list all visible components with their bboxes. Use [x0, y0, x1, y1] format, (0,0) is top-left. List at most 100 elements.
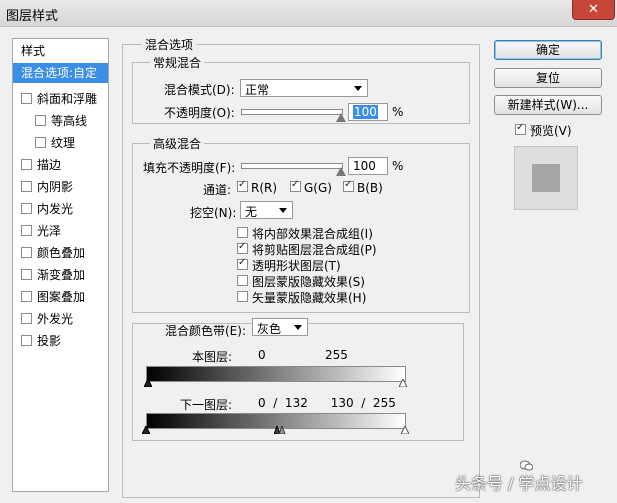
- this-layer-low-value: 0: [258, 348, 266, 362]
- blend-mode-value: 正常: [245, 83, 270, 97]
- sidebar-item-stroke[interactable]: 描边: [13, 155, 108, 175]
- window-title: 图层样式: [6, 9, 59, 24]
- sidebar-item-label: 投影: [37, 334, 62, 348]
- sidebar-checkbox[interactable]: [21, 159, 32, 170]
- layer-mask-hides-label: 图层蒙版隐藏效果(S): [252, 275, 365, 289]
- blend-if-select[interactable]: 灰色: [252, 318, 308, 336]
- close-icon: ✕: [588, 2, 599, 17]
- sidebar-item-pattern-overlay[interactable]: 图案叠加: [13, 287, 108, 307]
- blend-interior-effects-checkbox[interactable]: [237, 227, 248, 238]
- sidebar-item-label: 混合选项:自定: [21, 66, 98, 80]
- blend-clipped-layers-checkbox[interactable]: [237, 241, 248, 254]
- sidebar-item-label: 内阴影: [37, 180, 74, 194]
- opacity-value: 100: [353, 105, 378, 119]
- fill-opacity-slider-thumb[interactable]: [336, 167, 346, 176]
- sidebar-item-satin[interactable]: 光泽: [13, 221, 108, 241]
- blend-mode-select[interactable]: 正常: [240, 79, 368, 97]
- reset-button[interactable]: 复位: [494, 68, 602, 88]
- sidebar-item-inner-shadow[interactable]: 内阴影: [13, 177, 108, 197]
- style-preview-inner: [532, 164, 560, 192]
- opacity-slider[interactable]: [241, 109, 343, 115]
- sidebar-checkbox[interactable]: [21, 203, 32, 214]
- sidebar-item-label: 纹理: [51, 136, 76, 150]
- watermark-text: 头条号 / 学点设计: [455, 474, 583, 493]
- sidebar-item-texture[interactable]: 纹理: [13, 133, 108, 153]
- transparency-shapes-checkbox[interactable]: [237, 257, 248, 270]
- sidebar-checkbox[interactable]: [21, 247, 32, 258]
- sidebar-item-label: 等高线: [51, 114, 88, 128]
- sidebar-item-bevel-emboss[interactable]: 斜面和浮雕: [13, 89, 108, 109]
- fill-opacity-unit: %: [392, 159, 404, 173]
- sidebar-item-label: 图案叠加: [37, 290, 86, 304]
- sidebar-item-contour[interactable]: 等高线: [13, 111, 108, 131]
- sidebar-item-drop-shadow[interactable]: 投影: [13, 331, 108, 351]
- blending-options-title: 混合选项: [142, 36, 197, 53]
- blend-interior-effects-label: 将内部效果混合成组(I): [252, 227, 373, 241]
- title-bar: 图层样式 ✕: [0, 0, 617, 27]
- style-preview-swatch: [514, 146, 578, 210]
- new-style-button[interactable]: 新建样式(W)...: [494, 95, 602, 115]
- general-blending-title: 常规混合: [150, 54, 205, 71]
- sidebar-checkbox[interactable]: [21, 269, 32, 280]
- opacity-unit: %: [392, 105, 404, 119]
- knockout-label: 挖空(N):: [190, 206, 237, 220]
- sidebar-item-label: 光泽: [37, 224, 62, 238]
- blend-if-value: 灰色: [257, 322, 282, 336]
- this-layer-gradient: [146, 366, 406, 382]
- underlying-black-stop[interactable]: [142, 426, 150, 434]
- layer-mask-hides-checkbox[interactable]: [237, 275, 248, 286]
- fill-opacity-slider[interactable]: [241, 163, 343, 169]
- blend-mode-label: 混合模式(D):: [164, 83, 235, 97]
- sidebar-checkbox[interactable]: [35, 137, 46, 148]
- sidebar-item-inner-glow[interactable]: 内发光: [13, 199, 108, 219]
- underlying-white-stop[interactable]: [401, 426, 409, 434]
- chevron-down-icon: [294, 325, 302, 330]
- channel-b-label: B(B): [357, 181, 383, 195]
- preview-checkbox[interactable]: [515, 122, 526, 135]
- sidebar-header[interactable]: 样式: [21, 41, 116, 61]
- sidebar-item-blending-options[interactable]: 混合选项:自定: [13, 63, 108, 83]
- opacity-label: 不透明度(O):: [164, 106, 235, 120]
- sidebar-item-gradient-overlay[interactable]: 渐变叠加: [13, 265, 108, 285]
- sidebar-checkbox[interactable]: [21, 335, 32, 346]
- underlying-split-stop[interactable]: [274, 426, 286, 434]
- underlying-layer-label: 下一图层:: [180, 398, 233, 412]
- this-layer-white-stop[interactable]: [399, 379, 407, 387]
- this-layer-black-stop[interactable]: [144, 379, 152, 387]
- styles-sidebar: 样式 混合选项:自定 斜面和浮雕 等高线 纹理 描边 内阴影 内发光 光泽 颜色…: [12, 38, 109, 492]
- underlying-layer-values: 0 / 132 130 / 255: [258, 396, 396, 410]
- sidebar-item-label: 斜面和浮雕: [37, 92, 98, 106]
- channel-r-checkbox[interactable]: [237, 179, 248, 192]
- fill-opacity-value: 100: [353, 159, 376, 173]
- close-button[interactable]: ✕: [572, 0, 615, 20]
- sidebar-item-color-overlay[interactable]: 颜色叠加: [13, 243, 108, 263]
- opacity-slider-thumb[interactable]: [336, 113, 346, 122]
- chevron-down-icon: [354, 86, 362, 91]
- knockout-select[interactable]: 无: [240, 201, 293, 219]
- this-layer-high-value: 255: [325, 348, 348, 362]
- sidebar-item-label: 颜色叠加: [37, 246, 86, 260]
- blend-clipped-layers-label: 将剪贴图层混合成组(P): [252, 243, 377, 257]
- preview-label: 预览(V): [530, 124, 572, 138]
- sidebar-item-label: 内发光: [37, 202, 74, 216]
- sidebar-checkbox[interactable]: [21, 225, 32, 236]
- sidebar-item-outer-glow[interactable]: 外发光: [13, 309, 108, 329]
- fill-opacity-input[interactable]: 100: [348, 157, 388, 175]
- advanced-blending-title: 高级混合: [150, 135, 205, 152]
- vector-mask-hides-label: 矢量蒙版隐藏效果(H): [252, 291, 367, 305]
- this-layer-label: 本图层:: [192, 350, 233, 364]
- channel-g-checkbox[interactable]: [290, 179, 301, 192]
- sidebar-checkbox[interactable]: [21, 181, 32, 192]
- layer-style-dialog: 图层样式 ✕ 样式 混合选项:自定 斜面和浮雕 等高线 纹理 描边 内阴影 内发…: [0, 0, 617, 503]
- sidebar-checkbox[interactable]: [21, 313, 32, 324]
- channel-g-label: G(G): [304, 181, 332, 195]
- vector-mask-hides-checkbox[interactable]: [237, 291, 248, 302]
- opacity-input[interactable]: 100: [348, 103, 388, 121]
- transparency-shapes-label: 透明形状图层(T): [252, 259, 341, 273]
- channel-b-checkbox[interactable]: [343, 179, 354, 192]
- sidebar-checkbox[interactable]: [21, 93, 32, 104]
- sidebar-checkbox[interactable]: [21, 291, 32, 302]
- ok-button[interactable]: 确定: [494, 40, 602, 60]
- sidebar-item-label: 外发光: [37, 312, 74, 326]
- sidebar-checkbox[interactable]: [35, 115, 46, 126]
